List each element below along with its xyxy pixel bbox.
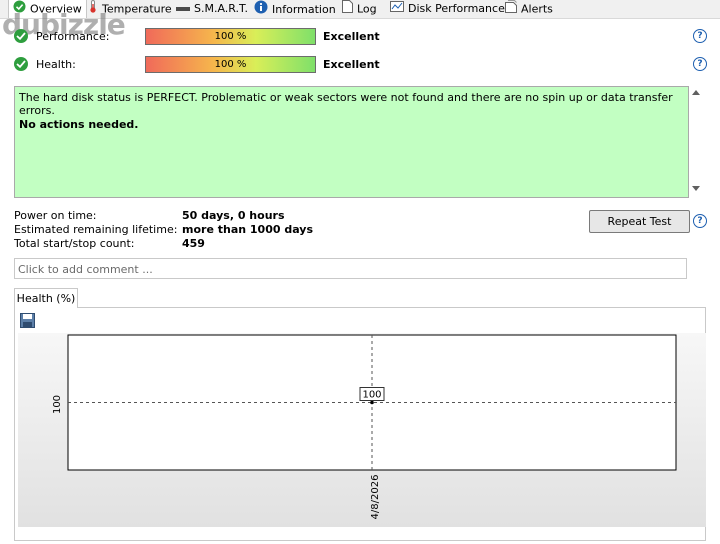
y-tick-label: 100 [52, 395, 63, 414]
x-tick-label: 4/8/2026 [370, 475, 381, 520]
data-label: 100 [362, 390, 381, 401]
data-point [370, 400, 374, 405]
tab-health-percent[interactable]: Health (%) [14, 288, 78, 308]
health-chart: 100 100 4/8/2026 [52, 334, 677, 520]
